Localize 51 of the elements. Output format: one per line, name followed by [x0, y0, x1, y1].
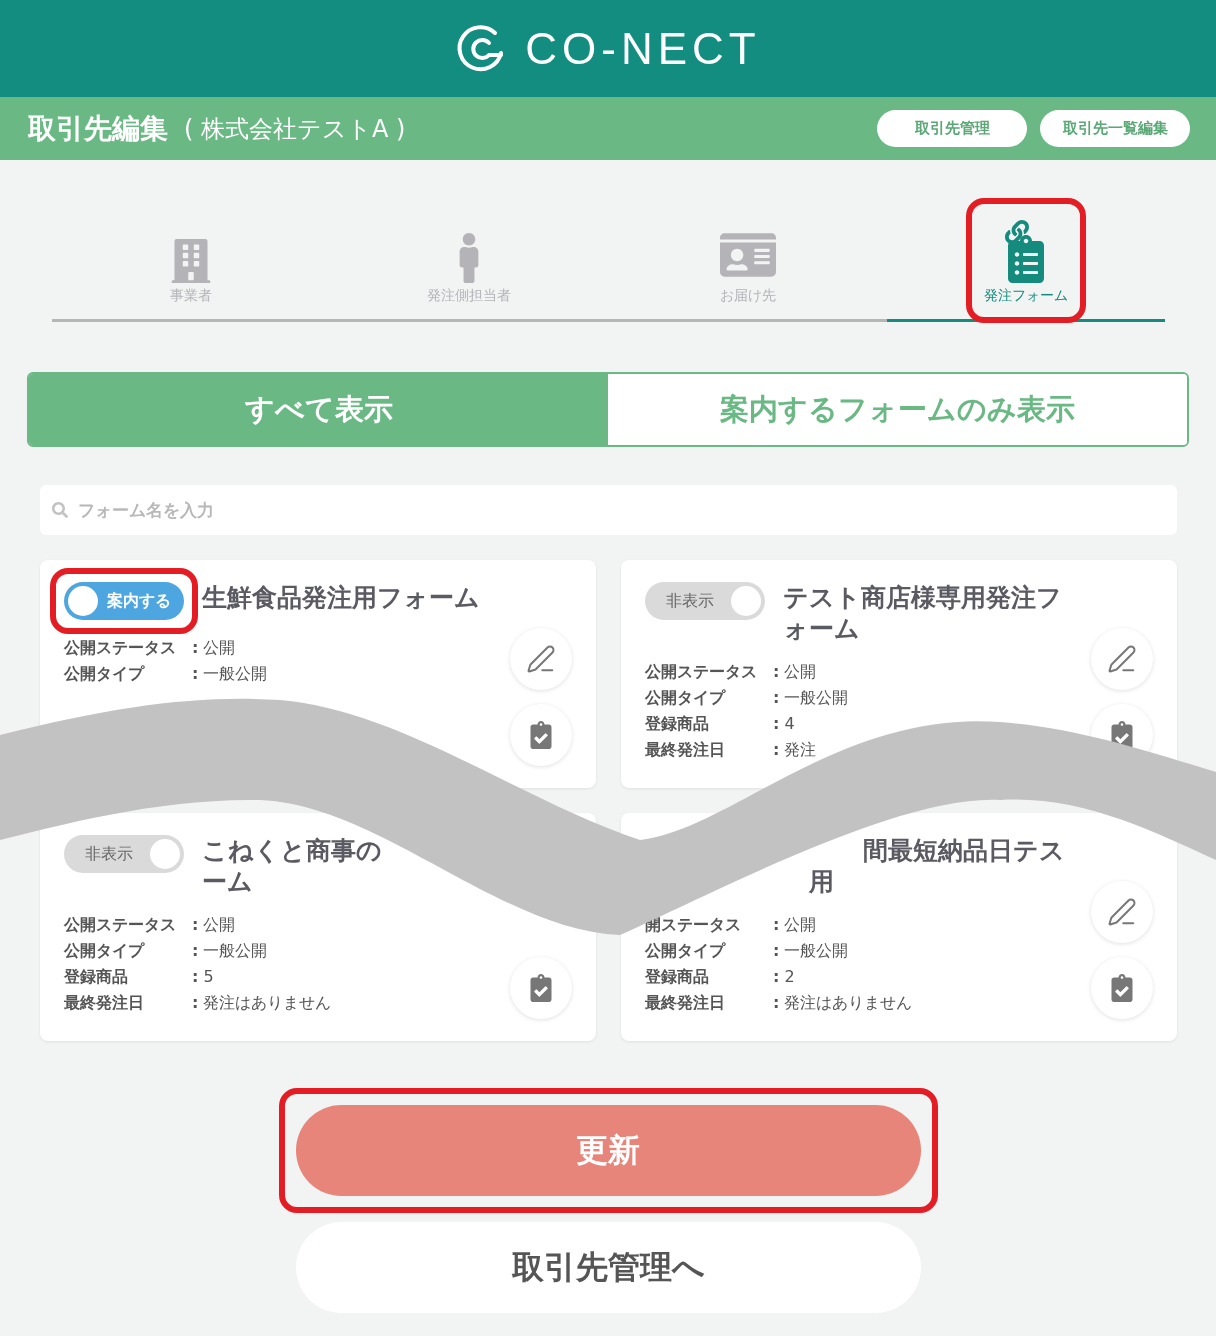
filter-tab[interactable]: すべて表示: [29, 374, 608, 445]
field-value: : 発注: [773, 739, 818, 761]
form-title: 生鮮食品発注用フォーム: [202, 582, 481, 613]
field-label: 最終発注日: [64, 992, 145, 1014]
page-subtitle: ( 株式会社テストA ): [184, 113, 407, 145]
field-value: : 公開: [192, 914, 237, 936]
field-value: : 一般公開: [773, 940, 850, 962]
field-value: : 4: [773, 713, 796, 735]
form-title: 間最短納品日テス: [862, 835, 1065, 866]
field-value: : 公開: [773, 661, 818, 683]
visibility-toggle[interactable]: 非表示: [645, 582, 765, 620]
page-title: 取引先編集: [28, 110, 168, 147]
update-button[interactable]: 更新: [295, 1105, 921, 1196]
search-field[interactable]: フォーム名を入力: [40, 485, 1177, 535]
field-label: 公開タイプ: [64, 940, 146, 962]
field-label: 登録商品: [64, 966, 129, 988]
field-value: : 発注はありません: [773, 992, 914, 1014]
logo-text: CO-NECT: [525, 23, 761, 74]
form-title: ォーム: [783, 613, 861, 644]
filter-tab[interactable]: 案内するフォームのみ表示: [608, 374, 1187, 445]
field-value: : 一般公開: [773, 687, 850, 709]
tab[interactable]: 発注側担当者: [330, 198, 609, 322]
back-button[interactable]: 取引先管理へ: [295, 1222, 921, 1313]
tab[interactable]: 事業者: [52, 198, 331, 322]
field-label: 公開タイプ: [645, 940, 727, 962]
visibility-toggle[interactable]: 案内する: [64, 582, 184, 620]
field-value: : 一般公開: [192, 940, 269, 962]
form-title: ーム: [202, 866, 254, 897]
field-label: 最終発注日: [645, 739, 726, 761]
field-label: 公開ステータス: [645, 661, 758, 683]
form-title: 用: [808, 866, 835, 897]
nav-button[interactable]: 取引先管理: [877, 110, 1027, 147]
tab[interactable]: 発注フォーム: [886, 198, 1165, 322]
field-label: 公開ステータス: [64, 914, 177, 936]
field-value: : 5: [192, 966, 215, 988]
visibility-toggle[interactable]: 非表示: [64, 835, 184, 873]
form-title: こねくと商事の: [202, 835, 383, 866]
field-label: 公開タイプ: [645, 687, 727, 709]
field-label: 登録商品: [645, 713, 710, 735]
field-value: : 2: [773, 966, 796, 988]
field-value: : 公開: [773, 914, 818, 936]
field-label: 登録商品: [645, 966, 710, 988]
field-value: : 公開: [192, 637, 237, 659]
field-value: : 発注はありません: [192, 992, 333, 1014]
form-title: テスト商店様専用発注フ: [783, 582, 1063, 613]
tab[interactable]: お届け先: [608, 198, 887, 322]
field-label: 公開ステータス: [64, 637, 177, 659]
nav-button[interactable]: 取引先一覧編集: [1040, 110, 1190, 147]
field-label: 最終発注日: [645, 992, 726, 1014]
field-value: : 一般公開: [192, 663, 269, 685]
field-label: 公開タイプ: [64, 663, 146, 685]
